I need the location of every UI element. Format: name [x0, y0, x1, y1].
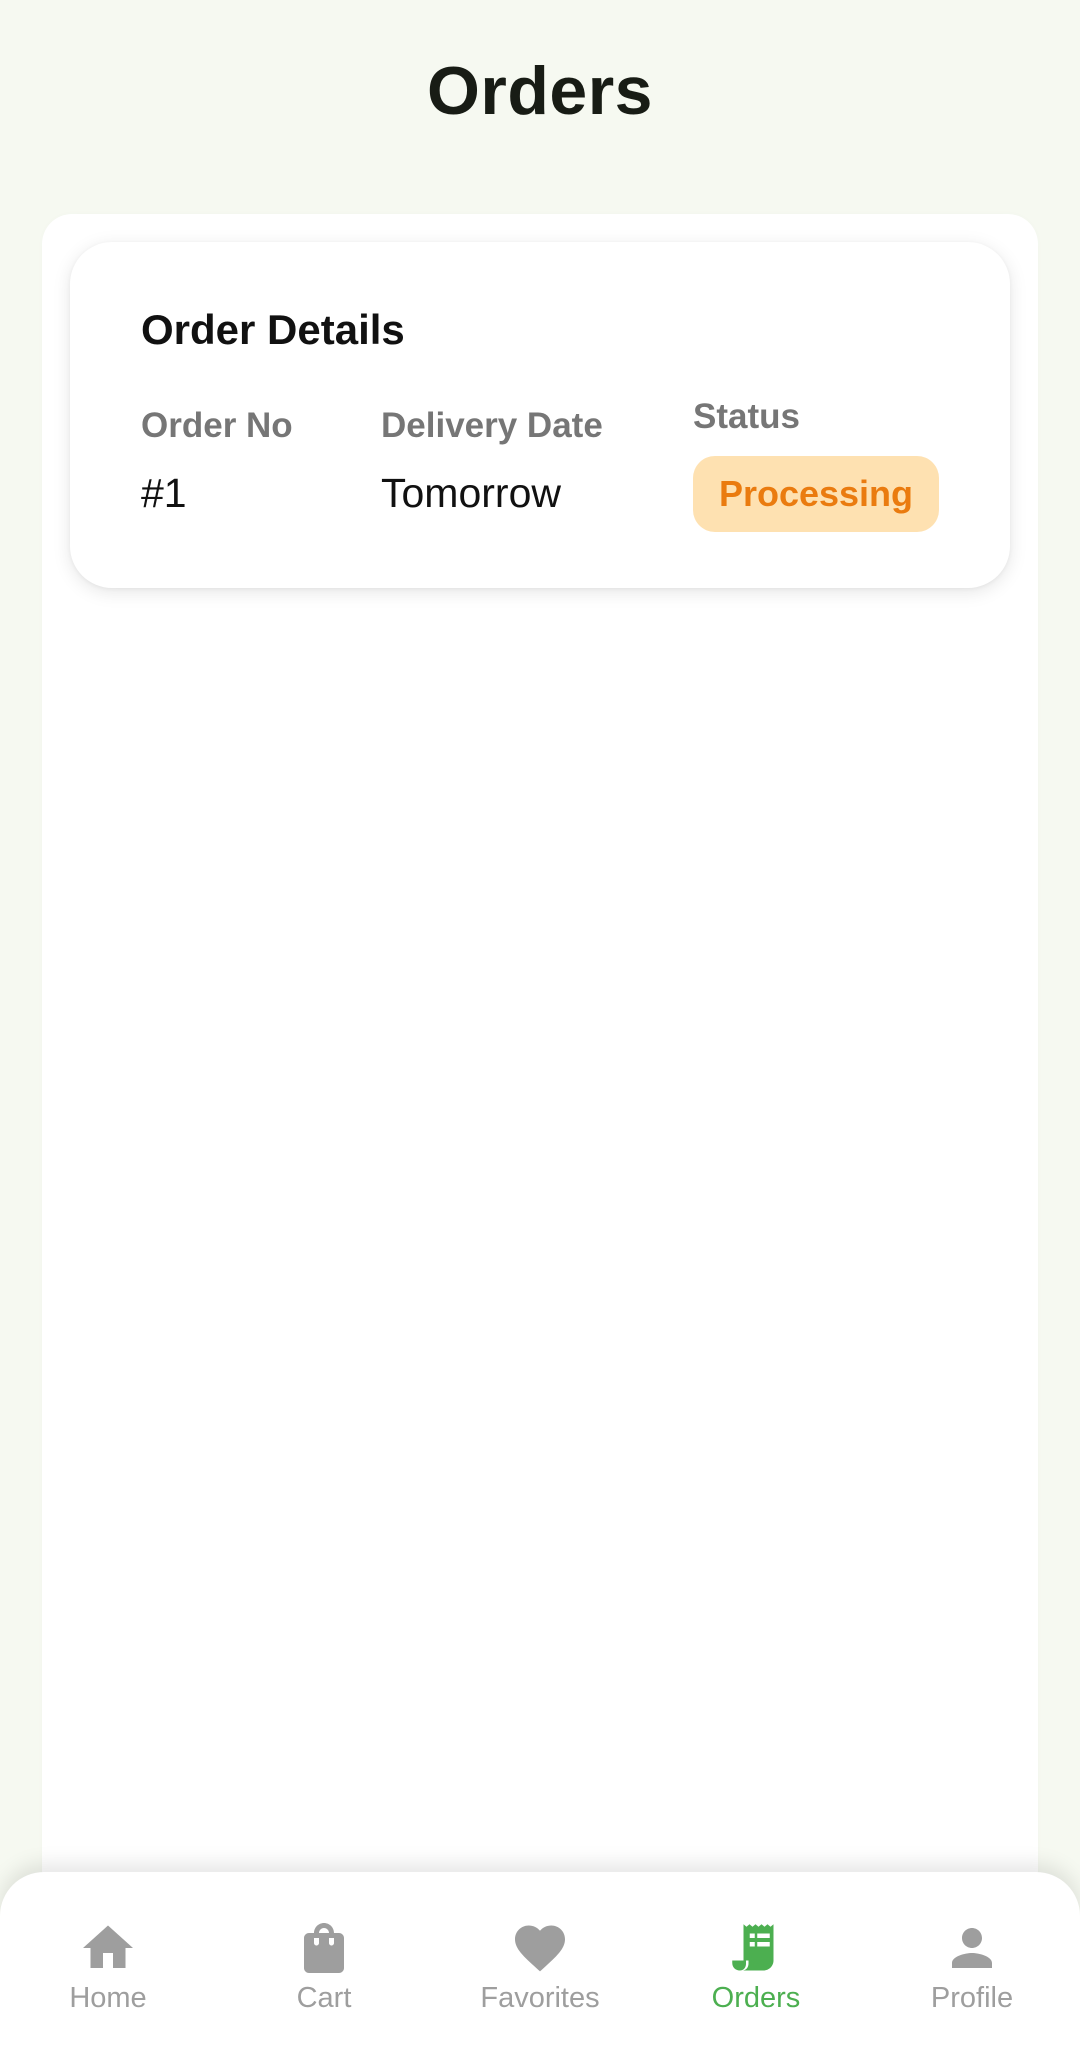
nav-item-favorites[interactable]: Favorites	[432, 1872, 648, 2048]
shopping-bag-icon	[294, 1918, 354, 1978]
nav-item-profile[interactable]: Profile	[864, 1872, 1080, 2048]
order-card[interactable]: Order Details Order No #1 Delivery Date …	[70, 242, 1010, 588]
receipt-icon	[726, 1918, 786, 1978]
nav-label-favorites: Favorites	[480, 1982, 600, 2014]
nav-item-home[interactable]: Home	[0, 1872, 216, 2048]
nav-item-cart[interactable]: Cart	[216, 1872, 432, 2048]
person-icon	[942, 1918, 1002, 1978]
delivery-date-value: Tomorrow	[381, 470, 561, 516]
order-no-value: #1	[141, 470, 187, 516]
order-no-label: Order No	[141, 406, 293, 445]
status-label: Status	[693, 397, 800, 436]
nav-label-home: Home	[69, 1982, 147, 2014]
nav-item-orders[interactable]: Orders	[648, 1872, 864, 2048]
nav-label-cart: Cart	[296, 1982, 352, 2014]
status-badge: Processing	[693, 456, 939, 532]
heart-icon	[510, 1918, 570, 1978]
page-title: Orders	[427, 53, 653, 129]
home-icon	[78, 1918, 138, 1978]
bottom-navigation-bar: Home Cart Favorites Orders Profile	[0, 1872, 1080, 2048]
order-card-title: Order Details	[141, 306, 405, 353]
nav-label-profile: Profile	[930, 1982, 1014, 2014]
delivery-date-label: Delivery Date	[381, 406, 603, 445]
nav-label-orders: Orders	[711, 1982, 801, 2014]
